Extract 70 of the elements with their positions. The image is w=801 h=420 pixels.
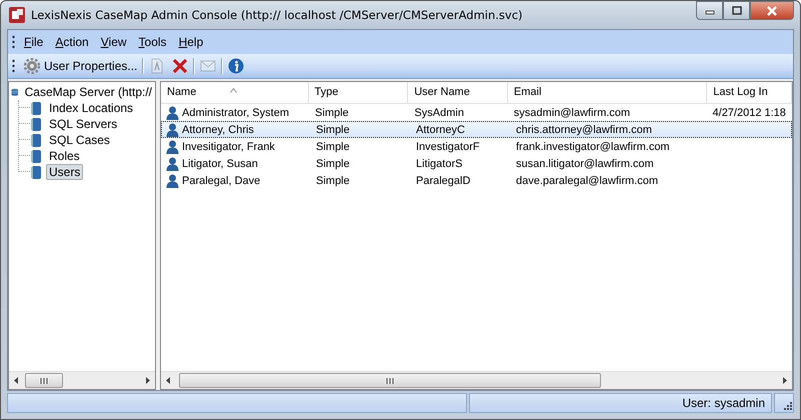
table-cell: sysadmin@lawfirm.com xyxy=(514,106,630,118)
folder-icon xyxy=(30,164,42,180)
table-cell: Invesitigator, Frank xyxy=(182,140,275,152)
close-button[interactable] xyxy=(750,1,794,20)
column-header[interactable]: Type xyxy=(308,82,408,103)
grip-icon[interactable] xyxy=(12,35,15,49)
selected-row[interactable]: Attorney, Chris Simple AttorneyC chris.attorney@lawfirm.com xyxy=(161,121,792,138)
user-icon xyxy=(166,156,179,170)
user-icon xyxy=(166,174,179,188)
grip-icon xyxy=(386,378,394,384)
folder-icon xyxy=(30,148,42,164)
folder-icon xyxy=(30,116,42,132)
column-header[interactable]: Name xyxy=(161,82,309,103)
table-cell: Paralegal, Dave xyxy=(182,174,260,186)
gear-icon xyxy=(24,58,40,74)
table-cell: SysAdmin xyxy=(414,106,464,118)
tree-item[interactable]: Users xyxy=(46,164,84,180)
grip-icon xyxy=(40,378,48,384)
table-cell: AttorneyC xyxy=(416,124,465,136)
table-cell: Simple xyxy=(315,106,349,118)
user-properties-button[interactable]: User Properties... xyxy=(22,57,140,75)
table-cell: frank.investigator@lawfirm.com xyxy=(516,140,670,152)
tree-item[interactable]: CaseMap Server (http:// xyxy=(22,84,155,100)
envelope-icon xyxy=(200,58,216,74)
status-user: User: sysadmin xyxy=(469,393,772,413)
grip-icon[interactable] xyxy=(12,59,15,73)
maximize-button[interactable] xyxy=(723,1,750,20)
user-icon xyxy=(166,106,179,120)
tree-item[interactable]: SQL Cases xyxy=(46,132,113,148)
menu-item[interactable]: View xyxy=(96,33,134,51)
column-header[interactable]: Email xyxy=(508,82,708,103)
horizontal-scrollbar[interactable] xyxy=(161,371,792,389)
tree-item[interactable]: Index Locations xyxy=(46,100,136,116)
minimize-button[interactable] xyxy=(696,1,723,20)
delete-icon xyxy=(172,58,188,74)
table-cell: Simple xyxy=(316,124,350,136)
table-cell: LitigatorS xyxy=(416,158,462,170)
column-header[interactable]: Last Log In xyxy=(707,82,792,103)
table-cell: Simple xyxy=(316,140,350,152)
table-cell: Simple xyxy=(316,174,350,186)
table-cell: Administrator, System xyxy=(182,106,289,118)
table-cell: dave.paralegal@lawfirm.com xyxy=(516,174,658,186)
menu-item[interactable]: Action xyxy=(50,33,96,51)
info-button[interactable] xyxy=(226,57,246,75)
table-cell: chris.attorney@lawfirm.com xyxy=(516,124,652,136)
document-icon xyxy=(149,58,166,74)
info-icon xyxy=(228,58,244,74)
tree-item[interactable]: Roles xyxy=(46,148,83,164)
tree-item[interactable]: SQL Servers xyxy=(46,116,120,132)
column-header[interactable]: User Name xyxy=(408,82,508,103)
table-cell: 4/27/2012 1:18 xyxy=(712,106,786,118)
resize-grip-icon[interactable] xyxy=(781,400,793,412)
table-cell: InvestigatorF xyxy=(416,140,480,152)
menu-item[interactable]: File xyxy=(19,33,50,51)
table-cell: Simple xyxy=(316,158,350,170)
user-icon xyxy=(166,122,179,136)
table-cell: Attorney, Chris xyxy=(182,124,254,136)
close-icon xyxy=(766,6,778,16)
app-icon xyxy=(9,7,25,23)
folder-icon xyxy=(30,100,42,116)
horizontal-scrollbar[interactable] xyxy=(9,371,155,389)
window-title: LexisNexis CaseMap Admin Console (http:// localhost /CMServer/CMServerAdmin.svc) xyxy=(31,8,524,22)
folder-icon xyxy=(30,132,42,148)
table-cell: Litigator, Susan xyxy=(182,158,258,170)
menu-item[interactable]: Help xyxy=(174,33,210,51)
user-icon xyxy=(166,140,179,154)
table-cell: susan.litigator@lawfirm.com xyxy=(516,158,654,170)
menu-item[interactable]: Tools xyxy=(134,33,174,51)
table-cell: ParalegalD xyxy=(416,174,470,186)
maximize-icon xyxy=(732,6,742,15)
